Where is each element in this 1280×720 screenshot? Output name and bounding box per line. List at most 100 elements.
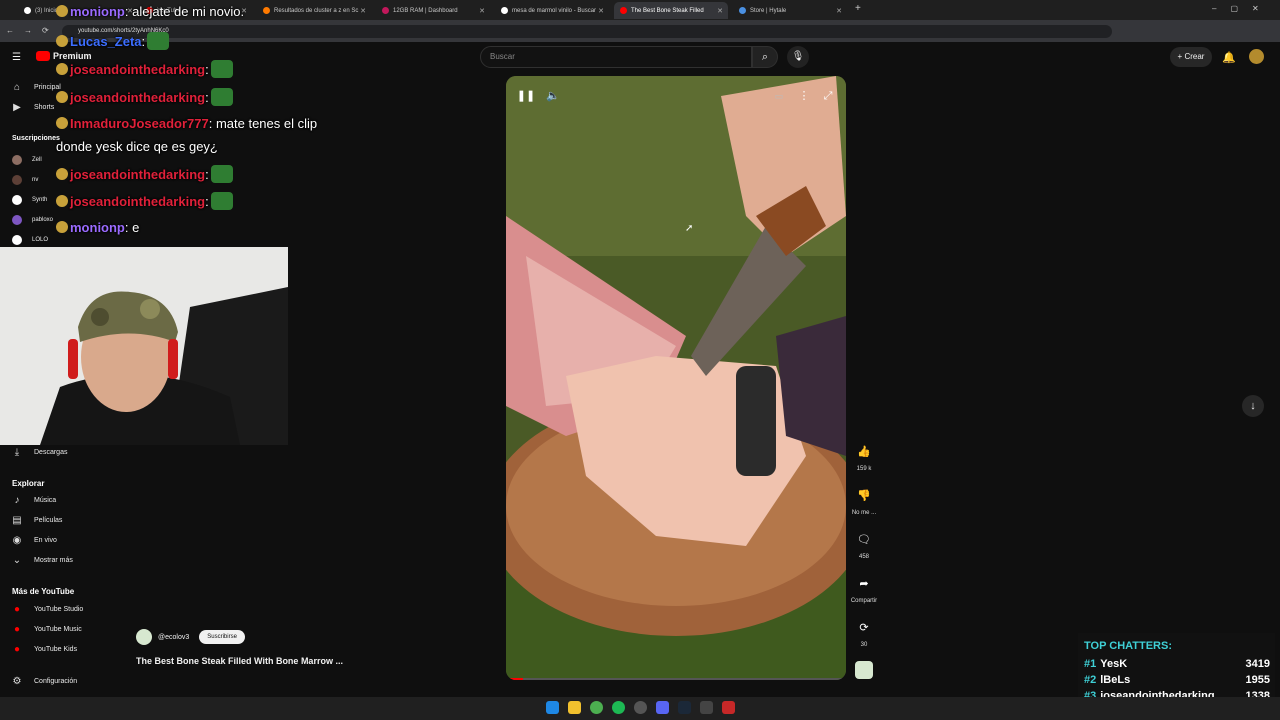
youtube-app-icon: ● <box>13 624 21 635</box>
progress-track[interactable] <box>506 678 846 680</box>
sidebar-channel[interactable]: pabloxo <box>10 215 53 225</box>
chat-username: monionp <box>70 4 125 19</box>
nav-buttons[interactable]: ←→⟳ <box>6 26 59 35</box>
top-chatters-title: TOP CHATTERS: <box>1084 640 1173 652</box>
sidebar-item-explore[interactable]: ⌄ Mostrar más <box>10 555 73 566</box>
fullscreen-button[interactable]: ⤢ <box>818 86 838 106</box>
sidebar-item-downloads[interactable]: ⤓ Descargas <box>10 447 68 458</box>
sidebar-channel-label: nv <box>32 177 39 183</box>
chat-message: monionp: alejate de mi novio. <box>56 4 244 19</box>
sidebar-channel[interactable]: Synth <box>10 195 47 205</box>
discord-icon[interactable] <box>656 701 669 714</box>
obs-icon[interactable] <box>634 701 647 714</box>
browser-tab[interactable]: Store | Hytale ✕ <box>733 2 847 19</box>
sidebar-channel[interactable]: nv <box>10 175 38 185</box>
remix-icon: ⟳ <box>859 622 869 634</box>
sidebar-channel[interactable]: LOLO <box>10 235 48 245</box>
captions-button[interactable]: ▭ <box>769 86 789 106</box>
sidebar-item-label: YouTube Studio <box>34 606 84 613</box>
remix-action[interactable]: ⟳ 30 <box>852 617 876 648</box>
channel-avatar[interactable] <box>136 629 152 645</box>
window-controls[interactable]: –▢✕ <box>1212 4 1273 13</box>
url-field[interactable]: youtube.com/shorts/2tyAnhN6Kc0 <box>62 25 1112 38</box>
music-icon: ♪ <box>14 495 20 506</box>
top-chatter-name: #2 lBeLs <box>1084 674 1130 686</box>
sidebar-item-label: Configuración <box>34 678 78 685</box>
sidebar-item-label: En vivo <box>34 537 57 544</box>
create-button[interactable]: + Crear <box>1170 47 1212 67</box>
thumb-up-icon: 👍 <box>857 446 871 458</box>
sidebar-item-label: Descargas <box>34 449 68 456</box>
chat-text: : mate tenes el clip <box>208 116 318 131</box>
share-icon: ➦ <box>859 578 869 590</box>
share-action[interactable]: ➦ Compartir <box>851 573 877 604</box>
windows-start-icon[interactable] <box>546 701 559 714</box>
subscriptions-header[interactable]: Suscripciones <box>12 135 60 142</box>
sidebar-item-label: Shorts <box>34 104 55 111</box>
sidebar-item-principal[interactable]: ⌂ Principal <box>10 82 61 93</box>
chat-text: : <box>205 167 209 182</box>
tab-close-icon[interactable]: ✕ <box>836 7 842 15</box>
thumb-down-icon: 👎 <box>857 490 871 502</box>
account-avatar[interactable] <box>1249 49 1264 64</box>
short-title[interactable]: The Best Bone Steak Filled With Bone Mar… <box>136 656 343 666</box>
chat-username: InmaduroJoseador777 <box>70 116 209 131</box>
steam-icon[interactable] <box>678 701 691 714</box>
sidebar-item-settings[interactable]: ⚙ Configuración <box>10 676 78 687</box>
file-explorer-icon[interactable] <box>568 701 581 714</box>
sidebar-item-explore[interactable]: ◉ En vivo <box>10 535 57 546</box>
chat-message: joseandointhedarking: <box>56 192 233 210</box>
comments-action[interactable]: 🗨 458 <box>852 529 876 560</box>
more-options-button[interactable]: ⋮ <box>794 86 814 106</box>
browser-tab[interactable]: 12GB RAM | Dashboard ✕ <box>376 2 490 19</box>
comment-icon: 🗨 <box>857 534 871 546</box>
menu-icon[interactable]: ☰ <box>12 52 21 63</box>
spotify-icon[interactable] <box>612 701 625 714</box>
app-icon[interactable] <box>700 701 713 714</box>
like-action[interactable]: 👍 159 k <box>852 441 876 472</box>
tab-favicon-icon <box>739 7 746 14</box>
tab-label: The Best Bone Steak Filled <box>631 7 704 14</box>
mic-icon: 🎙 <box>791 51 805 62</box>
tab-close-icon[interactable]: ✕ <box>360 7 366 15</box>
sidebar-channel[interactable]: Zell <box>10 155 42 165</box>
chat-username: joseandointhedarking <box>70 167 206 182</box>
sound-thumbnail[interactable] <box>855 661 873 679</box>
channel-avatar <box>12 235 22 245</box>
sidebar-item-more[interactable]: ● YouTube Studio <box>10 604 83 615</box>
short-video-player[interactable]: ❚❚ 🔈 ▭ ⋮ ⤢ <box>506 76 846 680</box>
sidebar-channel-label: pabloxo <box>32 217 54 223</box>
volume-button[interactable]: 🔈 <box>543 86 563 106</box>
browser-tab[interactable]: Resultados de cluster a z en Sc ✕ <box>257 2 371 19</box>
chat-username: joseandointhedarking <box>70 194 206 209</box>
subscribe-button[interactable]: Suscribirse <box>199 630 245 644</box>
sidebar-item-more[interactable]: ● YouTube Music <box>10 624 82 635</box>
tab-close-icon[interactable]: ✕ <box>598 7 604 15</box>
new-tab-button[interactable]: + <box>855 3 861 14</box>
dislike-action[interactable]: 👎 No me ... <box>852 485 876 516</box>
sidebar-item-label: Películas <box>34 517 63 524</box>
notifications-icon[interactable]: 🔔 <box>1222 51 1236 64</box>
download-icon: ⤓ <box>14 447 20 458</box>
sidebar-item-explore[interactable]: ▤ Películas <box>10 515 62 526</box>
channel-name[interactable]: @ecolov3 <box>158 634 189 641</box>
search-button[interactable]: ⌕ <box>752 46 778 68</box>
next-short-button[interactable]: ↓ <box>1242 395 1264 417</box>
sidebar-item-shorts[interactable]: ▶ Shorts <box>10 102 54 113</box>
tab-close-icon[interactable]: ✕ <box>717 7 723 15</box>
top-chatter-user: YesK <box>1100 658 1128 670</box>
channel-avatar <box>12 155 22 165</box>
search-input[interactable]: Buscar <box>480 46 752 68</box>
pause-button[interactable]: ❚❚ <box>516 86 536 106</box>
top-chatter-row: #1 YesK 3419 <box>1084 658 1270 670</box>
recorder-icon[interactable] <box>722 701 735 714</box>
sidebar-item-explore[interactable]: ♪ Música <box>10 495 57 506</box>
browser-tab[interactable]: mesa de marmol vinilo - Buscar ✕ <box>495 2 609 19</box>
tab-close-icon[interactable]: ✕ <box>479 7 485 15</box>
shorts-icon: ▶ <box>13 102 21 113</box>
chrome-icon[interactable] <box>590 701 603 714</box>
sidebar-item-more[interactable]: ● YouTube Kids <box>10 644 77 655</box>
browser-tab[interactable]: The Best Bone Steak Filled ✕ <box>614 2 728 19</box>
mic-button[interactable]: 🎙 <box>787 46 809 68</box>
webcam-overlay <box>0 247 288 445</box>
